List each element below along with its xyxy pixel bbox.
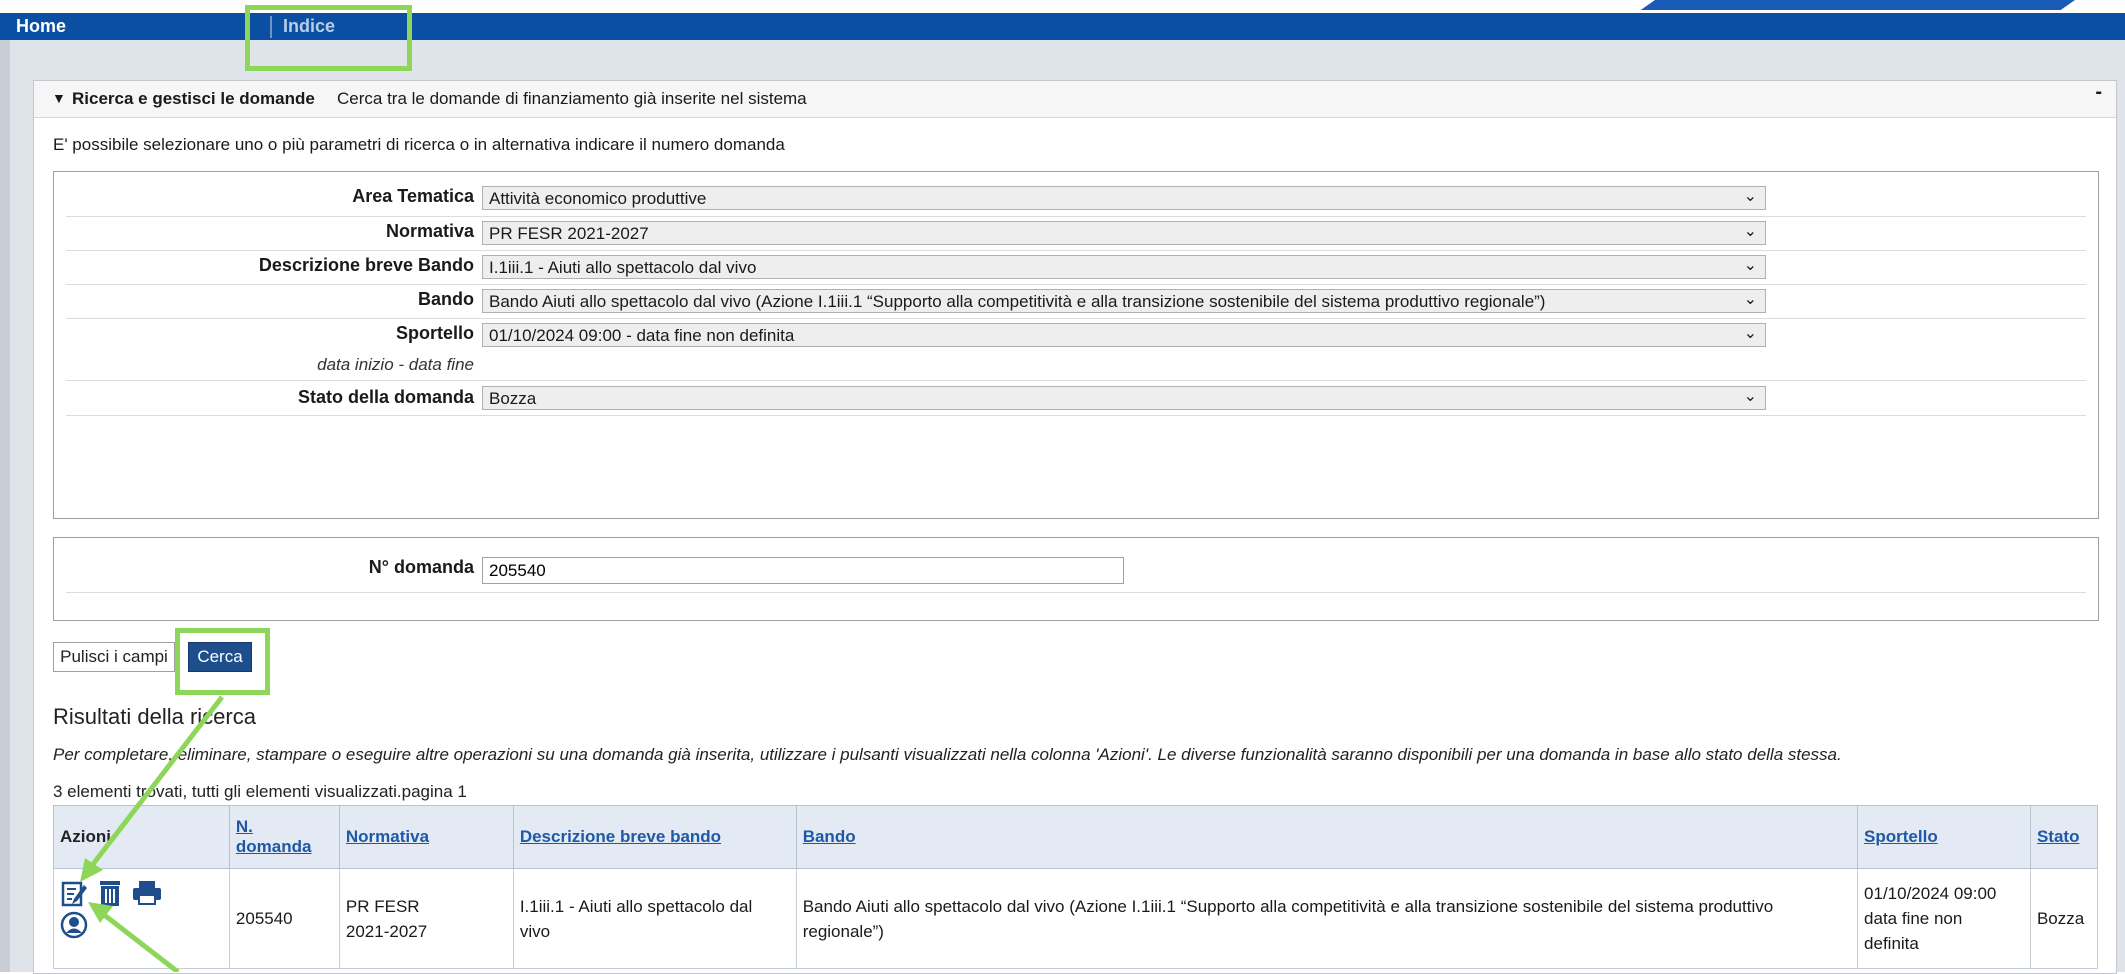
header-sportello[interactable]: Sportello — [1857, 805, 2031, 869]
descrizione-row: Descrizione breve Bando I.1iii.1 - Aiuti… — [66, 251, 2086, 285]
panel-title: Ricerca e gestisci le domande — [72, 89, 315, 108]
chevron-down-icon: ⌄ — [1743, 325, 1757, 342]
header-n-domanda-line2: domanda — [235, 837, 312, 856]
cell-bando: Bando Aiuti allo spettacolo dal vivo (Az… — [795, 868, 1859, 969]
bando-value: Bando Aiuti allo spettacolo dal vivo (Az… — [489, 292, 1546, 311]
panel-header[interactable]: ▼ Ricerca e gestisci le domande Cerca tr… — [34, 81, 2116, 118]
results-note: Per completare, eliminare, stampare o es… — [53, 745, 1842, 764]
area-tematica-label: Area Tematica — [352, 186, 474, 206]
header-azioni: Azioni — [53, 805, 230, 869]
cell-bando-line1: Bando Aiuti allo spettacolo dal vivo (Az… — [802, 896, 1774, 916]
cell-normativa: PR FESR 2021-2027 — [338, 868, 514, 969]
chevron-down-icon: ⌄ — [1743, 188, 1757, 205]
cell-normativa-line1: PR FESR — [345, 896, 420, 916]
sportello-value: 01/10/2024 09:00 - data fine non definit… — [489, 326, 795, 345]
normativa-row: Normativa PR FESR 2021-2027 ⌄ — [66, 217, 2086, 251]
cell-n-domanda: 205540 — [228, 868, 340, 969]
sort-sportello-link[interactable]: Sportello — [1864, 827, 1938, 846]
area-tematica-value: Attività economico produttive — [489, 189, 707, 208]
numero-domanda-box: N° domanda — [53, 537, 2099, 621]
table-header-row: Azioni N. domanda Normativa Descrizione b… — [53, 805, 2099, 869]
header-n-domanda-line1: N. — [235, 817, 253, 836]
sportello-row: Sportello data inizio - data fine 01/10/… — [66, 319, 2086, 381]
sportello-sublabel: data inizio - data fine — [317, 355, 474, 374]
results-table: Azioni N. domanda Normativa Descrizione b… — [53, 805, 2099, 969]
sort-n-domanda-link[interactable]: N. domanda — [236, 817, 312, 856]
area-tematica-row: Area Tematica Attività economico produtt… — [66, 184, 2086, 217]
descrizione-select[interactable]: I.1iii.1 - Aiuti allo spettacolo dal viv… — [482, 255, 1766, 279]
edit-icon[interactable] — [60, 879, 88, 907]
cell-sportello-line3: definita — [1864, 934, 1919, 953]
trash-icon[interactable] — [96, 879, 124, 907]
header-stato[interactable]: Stato — [2029, 805, 2099, 869]
panel-subtitle: Cerca tra le domande di finanziamento gi… — [337, 89, 807, 108]
stato-label: Stato della domanda — [297, 387, 474, 407]
left-frame-border — [0, 40, 10, 972]
cell-sportello-line1: 01/10/2024 09:00 — [1864, 884, 1997, 903]
collapse-triangle-icon[interactable]: ▼ — [52, 90, 66, 106]
header-n-domanda[interactable]: N. domanda — [228, 805, 340, 869]
header-bando[interactable]: Bando — [795, 805, 1859, 869]
table-row: 205540 PR FESR 2021-2027 I.1iii.1 - Aiuti… — [53, 868, 2099, 969]
stato-value: Bozza — [489, 389, 537, 408]
user-icon[interactable] — [60, 911, 88, 939]
sportello-select[interactable]: 01/10/2024 09:00 - data fine non definit… — [482, 323, 1766, 347]
stato-row: Stato della domanda Bozza ⌄ — [66, 381, 2086, 416]
cell-descrizione-line1: I.1iii.1 - Aiuti allo spettacolo dal — [519, 896, 753, 916]
bando-select[interactable]: Bando Aiuti allo spettacolo dal vivo (Az… — [482, 289, 1766, 313]
descrizione-label: Descrizione breve Bando — [258, 255, 474, 275]
chevron-down-icon: ⌄ — [1743, 291, 1757, 308]
clear-fields-button[interactable]: Pulisci i campi — [53, 642, 175, 672]
cell-descrizione-line2: vivo — [519, 921, 551, 941]
nav-indice-link[interactable]: Indice — [283, 16, 335, 37]
decorative-stripe — [1640, 0, 2075, 10]
sort-bando-link[interactable]: Bando — [803, 827, 856, 846]
filter-box: Area Tematica Attività economico produtt… — [53, 171, 2099, 519]
cell-sportello-line2: data fine non — [1864, 909, 1963, 928]
descrizione-value: I.1iii.1 - Aiuti allo spettacolo dal viv… — [489, 258, 757, 277]
numero-domanda-row: N° domanda — [66, 550, 2086, 593]
search-button[interactable]: Cerca — [188, 642, 252, 672]
nav-home-link[interactable]: Home — [16, 16, 66, 37]
sort-normativa-link[interactable]: Normativa — [346, 827, 429, 846]
normativa-value: PR FESR 2021-2027 — [489, 224, 649, 243]
cell-stato: Bozza — [2029, 868, 2099, 969]
print-icon[interactable] — [132, 879, 161, 907]
actions-cell — [53, 868, 230, 969]
cell-bando-line2: regionale”) — [802, 921, 884, 941]
minimize-button[interactable]: - — [2095, 81, 2102, 104]
nav-separator — [270, 16, 272, 38]
header-descrizione[interactable]: Descrizione breve bando — [512, 805, 797, 869]
chevron-down-icon: ⌄ — [1743, 257, 1757, 274]
cell-normativa-line2: 2021-2027 — [345, 921, 428, 941]
header-normativa[interactable]: Normativa — [338, 805, 514, 869]
chevron-down-icon: ⌄ — [1743, 223, 1757, 240]
sort-stato-link[interactable]: Stato — [2037, 827, 2080, 846]
search-intro-text: E' possibile selezionare uno o più param… — [53, 135, 785, 154]
sportello-label: Sportello — [395, 323, 474, 343]
bando-label: Bando — [418, 289, 474, 309]
chevron-down-icon: ⌄ — [1743, 388, 1757, 405]
area-tematica-select[interactable]: Attività economico produttive ⌄ — [482, 186, 1766, 210]
top-navigation-bar: Home Indice — [0, 0, 2125, 40]
cell-sportello: 01/10/2024 09:00 data fine non definita — [1857, 868, 2031, 969]
results-title: Risultati della ricerca — [53, 704, 256, 729]
numero-domanda-label: N° domanda — [368, 557, 474, 577]
cell-descrizione: I.1iii.1 - Aiuti allo spettacolo dal vivo — [512, 868, 797, 969]
normativa-select[interactable]: PR FESR 2021-2027 ⌄ — [482, 221, 1766, 245]
stato-select[interactable]: Bozza ⌄ — [482, 386, 1766, 410]
results-count: 3 elementi trovati, tutti gli elementi v… — [53, 782, 467, 801]
numero-domanda-input[interactable] — [482, 557, 1124, 584]
bando-row: Bando Bando Aiuti allo spettacolo dal vi… — [66, 285, 2086, 319]
sort-descrizione-link[interactable]: Descrizione breve bando — [520, 827, 721, 846]
normativa-label: Normativa — [385, 221, 474, 241]
